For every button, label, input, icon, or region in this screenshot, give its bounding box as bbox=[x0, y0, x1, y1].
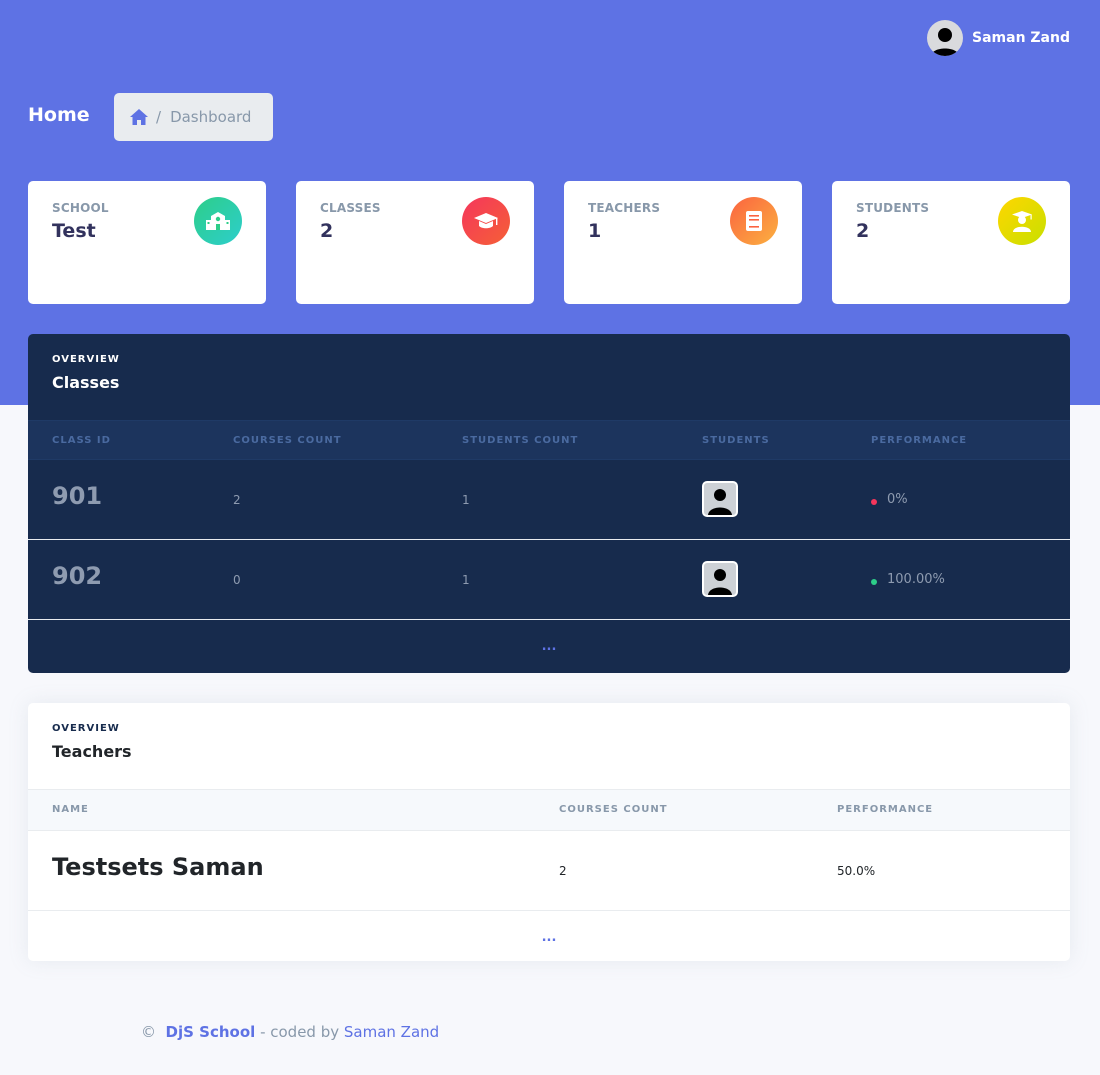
stat-icon-badge bbox=[462, 197, 510, 245]
classes-table-footer: ... bbox=[28, 620, 1070, 672]
table-row[interactable]: Testsets Saman 2 50.0% bbox=[28, 831, 1070, 911]
footer-text: - coded by bbox=[255, 1023, 344, 1041]
breadcrumb-separator: / bbox=[156, 108, 162, 126]
user-silhouette-icon bbox=[708, 569, 732, 595]
students-count: 1 bbox=[462, 573, 470, 587]
column-header-students-count[interactable]: STUDENTS COUNT bbox=[462, 435, 578, 446]
panel-title: Teachers bbox=[52, 742, 132, 761]
school-icon bbox=[206, 212, 230, 230]
stat-icon-badge bbox=[998, 197, 1046, 245]
user-menu[interactable]: Saman Zand bbox=[927, 20, 1070, 56]
classes-panel: OVERVIEW Classes CLASS ID COURSES COUNT … bbox=[28, 334, 1070, 673]
performance-value: 0% bbox=[887, 492, 908, 507]
teacher-name[interactable]: Testsets Saman bbox=[52, 853, 264, 881]
status-dot bbox=[871, 579, 877, 585]
page-title: Home bbox=[28, 104, 90, 126]
home-icon[interactable] bbox=[130, 109, 148, 125]
stat-icon-badge bbox=[730, 197, 778, 245]
classes-table-header: CLASS ID COURSES COUNT STUDENTS COUNT ST… bbox=[28, 420, 1070, 460]
column-header-courses-count[interactable]: COURSES COUNT bbox=[559, 804, 668, 815]
students-count: 1 bbox=[462, 493, 470, 507]
student-icon bbox=[1012, 211, 1032, 232]
performance-value: 100.00% bbox=[887, 572, 945, 587]
class-id[interactable]: 902 bbox=[52, 562, 102, 590]
teachers-table-footer: ... bbox=[28, 911, 1070, 961]
performance-value: 50.0% bbox=[837, 864, 876, 878]
stat-card-classes: CLASSES 2 bbox=[296, 181, 534, 304]
column-header-courses-count[interactable]: COURSES COUNT bbox=[233, 435, 342, 446]
column-header-performance[interactable]: PERFORMANCE bbox=[837, 804, 933, 815]
more-link[interactable]: ... bbox=[542, 930, 557, 945]
stat-card-teachers: TEACHERS 1 bbox=[564, 181, 802, 304]
teachers-panel: OVERVIEW Teachers NAME COURSES COUNT PER… bbox=[28, 703, 1070, 961]
user-name[interactable]: Saman Zand bbox=[972, 30, 1070, 46]
panel-eyebrow: OVERVIEW bbox=[52, 354, 120, 365]
student-avatar[interactable] bbox=[702, 561, 738, 597]
brand-link[interactable]: DjS School bbox=[166, 1023, 256, 1041]
status-dot bbox=[871, 499, 877, 505]
column-header-class-id[interactable]: CLASS ID bbox=[52, 435, 111, 446]
stat-icon-badge bbox=[194, 197, 242, 245]
copyright-symbol: © bbox=[141, 1023, 156, 1041]
classes-panel-header: OVERVIEW Classes bbox=[28, 334, 1070, 420]
column-header-students[interactable]: STUDENTS bbox=[702, 435, 770, 446]
table-row[interactable]: 901 2 1 0% bbox=[28, 460, 1070, 540]
panel-title: Classes bbox=[52, 373, 120, 392]
graduation-cap-icon bbox=[474, 213, 498, 229]
user-silhouette-icon bbox=[931, 28, 959, 56]
stat-card-students: STUDENTS 2 bbox=[832, 181, 1070, 304]
breadcrumb: / Dashboard bbox=[114, 93, 273, 141]
teachers-panel-header: OVERVIEW Teachers bbox=[28, 703, 1070, 789]
courses-count: 2 bbox=[559, 864, 567, 878]
class-id[interactable]: 901 bbox=[52, 482, 102, 510]
courses-count: 2 bbox=[233, 493, 241, 507]
breadcrumb-current: Dashboard bbox=[170, 108, 252, 126]
avatar[interactable] bbox=[927, 20, 963, 56]
stat-card-school: SCHOOL Test bbox=[28, 181, 266, 304]
student-avatar[interactable] bbox=[702, 481, 738, 517]
table-row[interactable]: 902 0 1 100.00% bbox=[28, 540, 1070, 620]
column-header-name[interactable]: NAME bbox=[52, 804, 89, 815]
more-link[interactable]: ... bbox=[542, 639, 557, 654]
courses-count: 0 bbox=[233, 573, 241, 587]
panel-eyebrow: OVERVIEW bbox=[52, 723, 120, 734]
footer: © DjS School - coded by Saman Zand bbox=[141, 1023, 439, 1041]
column-header-performance[interactable]: PERFORMANCE bbox=[871, 435, 967, 446]
teachers-table-header: NAME COURSES COUNT PERFORMANCE bbox=[28, 789, 1070, 831]
author-link[interactable]: Saman Zand bbox=[344, 1023, 439, 1041]
book-icon bbox=[746, 211, 762, 231]
user-silhouette-icon bbox=[708, 489, 732, 515]
